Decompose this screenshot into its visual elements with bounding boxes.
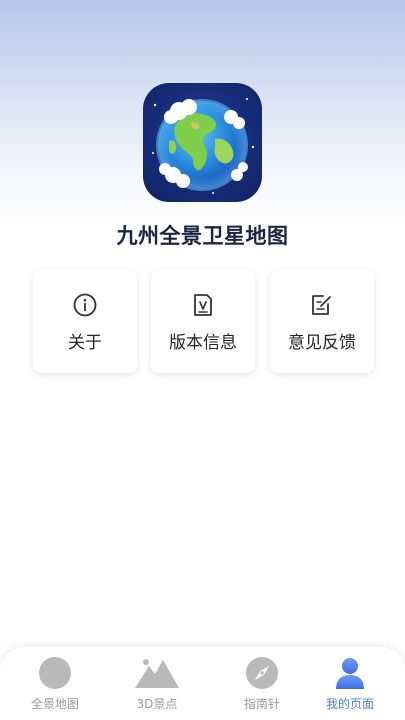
feedback-label: 意见反馈 — [288, 333, 356, 353]
compass-icon — [212, 656, 312, 690]
earth-globe-icon — [143, 83, 262, 202]
mountain-icon — [107, 656, 207, 690]
feedback-card[interactable]: 意见反馈 — [270, 270, 374, 373]
tab-panorama-map[interactable]: 全景地图 — [5, 647, 105, 720]
bottom-tab-bar: 全景地图 3D景点 指南针 我的页面 — [0, 647, 405, 720]
version-info-label: 版本信息 — [169, 333, 237, 353]
edit-feedback-icon — [270, 292, 374, 318]
version-info-card[interactable]: 版本信息 — [151, 270, 255, 373]
tab-label: 指南针 — [243, 697, 280, 711]
document-version-icon — [151, 292, 255, 318]
tab-label: 3D景点 — [136, 697, 178, 711]
tab-my-page[interactable]: 我的页面 — [300, 647, 400, 720]
tab-label: 我的页面 — [325, 697, 374, 711]
tab-label: 全景地图 — [30, 697, 79, 711]
about-card[interactable]: 关于 — [33, 270, 137, 373]
app-title: 九州全景卫星地图 — [116, 224, 289, 248]
my-page-screen: 九州全景卫星地图 关于 版本信息 意见反馈 全景地图 3D景点 指南针 我的页面 — [0, 0, 405, 720]
tab-3d-scenic[interactable]: 3D景点 — [107, 647, 207, 720]
globe-tab-icon — [5, 656, 105, 690]
user-icon — [300, 656, 400, 690]
tab-compass[interactable]: 指南针 — [212, 647, 312, 720]
info-icon — [33, 292, 137, 318]
about-label: 关于 — [68, 333, 102, 353]
